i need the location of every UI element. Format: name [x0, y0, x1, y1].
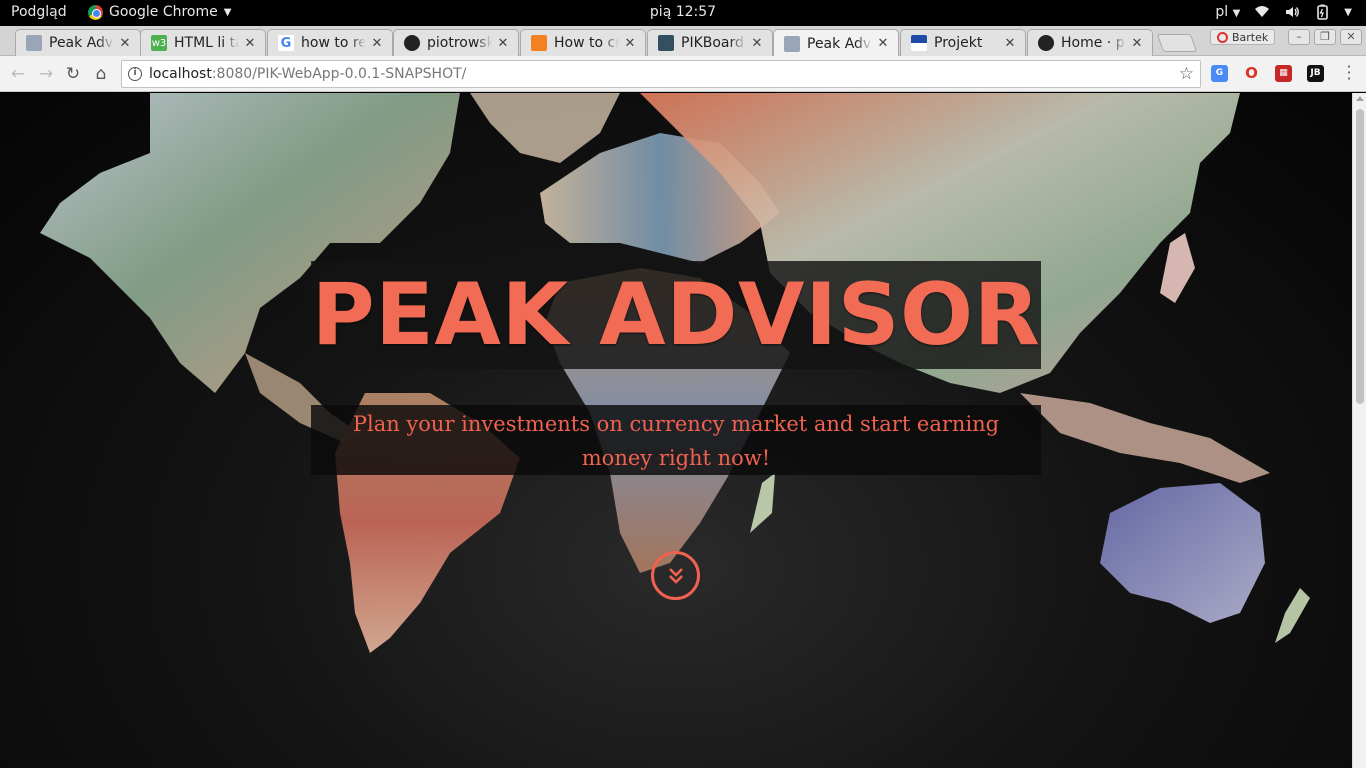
app-menu[interactable]: Google Chrome ▼: [88, 4, 231, 20]
jenkins-icon: [658, 35, 674, 51]
home-icon[interactable]: ⌂: [91, 64, 111, 84]
tab-peak-advisor-active[interactable]: Peak Advisor ✕: [773, 29, 899, 57]
maximize-button[interactable]: ❐: [1314, 29, 1336, 45]
close-window-button[interactable]: ✕: [1340, 29, 1362, 45]
double-chevron-down-icon: [668, 567, 683, 584]
opera-icon[interactable]: O: [1243, 65, 1260, 82]
close-icon[interactable]: ✕: [496, 36, 510, 51]
tab-title: piotrowsk: [427, 35, 492, 51]
tab-stackoverflow[interactable]: How to cr ✕: [520, 29, 646, 56]
new-tab-button[interactable]: [1156, 34, 1198, 52]
close-icon[interactable]: ✕: [370, 36, 384, 51]
more-menu-icon[interactable]: · · ·: [1344, 59, 1354, 87]
system-top-bar: Podgląd Google Chrome ▼ pią 12:57 pl ▼ ▼: [0, 0, 1366, 26]
volume-icon[interactable]: [1284, 4, 1300, 20]
close-icon[interactable]: ✕: [1130, 36, 1144, 51]
app-menu-label: Google Chrome: [109, 4, 218, 20]
hero-subtitle: Plan your investments on currency market…: [352, 412, 1000, 470]
info-icon[interactable]: i: [128, 67, 142, 81]
chrome-logo-icon: [88, 4, 103, 20]
url-path: :8080/PIK-WebApp-0.0.1-SNAPSHOT/: [211, 66, 467, 82]
profile-name: Bartek: [1232, 30, 1269, 44]
close-icon[interactable]: ✕: [876, 36, 890, 51]
avatar-icon: [1217, 31, 1228, 43]
chevron-down-icon: ▼: [223, 6, 232, 18]
hero-title: PEAK ADVISOR: [311, 265, 1041, 365]
bookmark-star-icon[interactable]: ☆: [1179, 64, 1194, 84]
close-icon[interactable]: ✕: [750, 36, 764, 51]
page-viewport: PEAK ADVISOR Plan your investments on cu…: [0, 93, 1352, 768]
scroll-up-arrow-icon[interactable]: [1356, 96, 1364, 101]
tab-title: Projekt: [934, 35, 983, 51]
tab-google-search[interactable]: G how to re ✕: [267, 29, 393, 56]
tab-github-home[interactable]: Home · pi ✕: [1027, 29, 1153, 56]
wifi-icon[interactable]: [1254, 4, 1270, 20]
forward-arrow-icon[interactable]: →: [36, 64, 56, 84]
chevron-down-icon: ▼: [1232, 8, 1241, 19]
profile-button[interactable]: Bartek: [1210, 29, 1276, 45]
scroll-down-button[interactable]: [651, 551, 700, 600]
browser-toolbar: ← → ↻ ⌂ i localhost:8080/PIK-WebApp-0.0.…: [0, 56, 1366, 92]
close-icon[interactable]: ✕: [118, 36, 132, 51]
back-arrow-icon[interactable]: ←: [8, 64, 28, 84]
tab-title: Peak Advisor: [807, 35, 872, 52]
page-scrollbar[interactable]: [1352, 93, 1366, 768]
system-tray: pl ▼ ▼: [1215, 4, 1352, 20]
github-icon: [404, 35, 420, 51]
keyboard-layout-indicator[interactable]: pl ▼: [1215, 4, 1240, 20]
jetbrains-icon[interactable]: JB: [1307, 65, 1324, 82]
tab-html-li-tag[interactable]: w3 HTML li tag ✕: [140, 29, 266, 56]
w3schools-icon: w3: [151, 35, 167, 51]
tab-title: how to re: [301, 35, 366, 51]
google-translate-icon[interactable]: G: [1211, 65, 1228, 82]
tab-title: Home · pi: [1061, 35, 1126, 51]
close-icon[interactable]: ✕: [243, 36, 257, 51]
address-bar[interactable]: i localhost:8080/PIK-WebApp-0.0.1-SNAPSH…: [121, 60, 1201, 88]
url-host: localhost: [149, 66, 212, 82]
extension-icon[interactable]: ▦: [1275, 65, 1292, 82]
page-icon: [784, 35, 800, 52]
tab-github-piotrowski[interactable]: piotrowsk ✕: [393, 29, 519, 56]
page-icon: [26, 35, 42, 51]
system-menu-chevron-icon[interactable]: ▼: [1344, 7, 1352, 18]
minimize-button[interactable]: –: [1288, 29, 1310, 45]
activities-button[interactable]: Podgląd: [11, 4, 67, 20]
keyboard-layout-label: pl: [1215, 4, 1229, 20]
tab-projekt[interactable]: Projekt ✕: [900, 29, 1026, 56]
reload-icon[interactable]: ↻: [63, 64, 83, 84]
close-icon[interactable]: ✕: [623, 36, 637, 51]
battery-icon[interactable]: [1314, 4, 1330, 20]
tab-pikboard[interactable]: PIKBoard ✕: [647, 29, 773, 56]
google-icon: G: [278, 35, 294, 51]
tab-strip: Peak Advisor ✕ w3 HTML li tag ✕ G how to…: [0, 26, 1366, 57]
flag-icon: [911, 35, 927, 51]
close-icon[interactable]: ✕: [1003, 36, 1017, 51]
tab-title: How to cr: [554, 35, 619, 51]
scrollbar-thumb[interactable]: [1356, 109, 1364, 404]
stackoverflow-icon: [531, 35, 547, 51]
tab-peak-advisor-1[interactable]: Peak Advisor ✕: [15, 29, 141, 56]
tab-title: Peak Advisor: [49, 35, 114, 51]
github-icon: [1038, 35, 1054, 51]
tab-title: HTML li tag: [174, 35, 239, 51]
tab-title: PIKBoard: [681, 35, 744, 51]
